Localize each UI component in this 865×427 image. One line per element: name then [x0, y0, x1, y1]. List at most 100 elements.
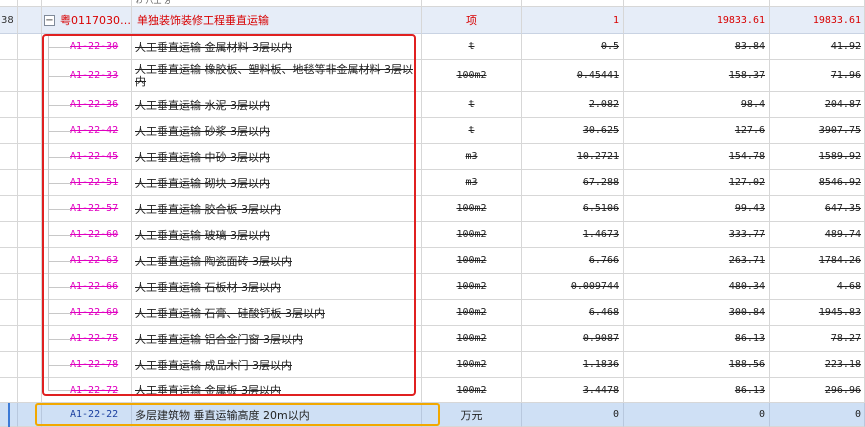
row-price: 83.84 [624, 34, 770, 60]
row-name: 人工垂直运输 中砂 3层以内 [132, 144, 422, 170]
tree-branch [49, 313, 71, 314]
row-total: 78.27 [770, 326, 865, 352]
tree-branch [49, 209, 71, 210]
table-row[interactable]: A1-22-30 人工垂直运输 金属材料 3层以内 t 0.5 83.84 41… [0, 34, 865, 60]
table-row[interactable]: A1-22-36 人工垂直运输 水泥 3层以内 t 2.082 98.4 204… [0, 92, 865, 118]
row-name: 人工垂直运输 金属板 3层以内 [132, 378, 422, 403]
row-total: 8546.92 [770, 170, 865, 196]
tree-branch [49, 157, 71, 158]
row-qty: 6.468 [522, 300, 624, 326]
table-row[interactable]: A1-22-66 人工垂直运输 石板材 3层以内 100m2 0.009744 … [0, 274, 865, 300]
row-unit: 100m2 [422, 274, 522, 300]
row-name: 人工垂直运输 砂浆 3层以内 [132, 118, 422, 144]
row-total: 19833.61 [770, 7, 865, 34]
row-qty: 0 [522, 403, 624, 427]
row-unit: t [422, 92, 522, 118]
row-total: 41.92 [770, 34, 865, 60]
table-row-parent[interactable]: 38 粤0117030… 单独装饰装修工程垂直运输 项 1 19833.61 1… [0, 7, 865, 34]
row-index: 38 [0, 7, 18, 34]
table-row-partial[interactable]: ゎ 八土 ゟ [0, 0, 865, 7]
row-qty: 6.5106 [522, 196, 624, 222]
row-name: 人工垂直运输 玻璃 3层以内 [132, 222, 422, 248]
selection-indicator [8, 403, 10, 427]
tree-branch [49, 235, 71, 236]
tree-branch [49, 365, 71, 366]
row-qty: 2.082 [522, 92, 624, 118]
collapse-toggle-icon[interactable]: − [44, 15, 55, 26]
tree-branch [49, 339, 71, 340]
row-qty: 30.625 [522, 118, 624, 144]
row-unit: 100m2 [422, 222, 522, 248]
row-total: 204.87 [770, 92, 865, 118]
row-name: 人工垂直运输 金属材料 3层以内 [132, 34, 422, 60]
table-row[interactable]: A1-22-75 人工垂直运输 铝合金门窗 3层以内 100m2 0.9087 … [0, 326, 865, 352]
table-row[interactable]: A1-22-57 人工垂直运输 胶合板 3层以内 100m2 6.5106 99… [0, 196, 865, 222]
tree-branch [49, 390, 71, 391]
row-price: 98.4 [624, 92, 770, 118]
row-price: 19833.61 [624, 7, 770, 34]
row-price: 99.43 [624, 196, 770, 222]
row-total: 489.74 [770, 222, 865, 248]
row-name: 人工垂直运输 成品木门 3层以内 [132, 352, 422, 378]
row-name: 多层建筑物 垂直运输高度 20m以内 [132, 403, 422, 427]
tree-branch [49, 76, 71, 77]
row-price: 127.02 [624, 170, 770, 196]
row-total: 223.18 [770, 352, 865, 378]
table-row[interactable]: A1-22-69 人工垂直运输 石膏、硅酸钙板 3层以内 100m2 6.468… [0, 300, 865, 326]
table-row[interactable]: A1-22-78 人工垂直运输 成品木门 3层以内 100m2 1.1836 1… [0, 352, 865, 378]
row-qty: 1.4673 [522, 222, 624, 248]
row-total: 4.68 [770, 274, 865, 300]
row-qty: 1 [522, 7, 624, 34]
row-unit: 项 [422, 7, 522, 34]
row-name: 人工垂直运输 石板材 3层以内 [132, 274, 422, 300]
row-qty: 0.9087 [522, 326, 624, 352]
row-total: 1589.92 [770, 144, 865, 170]
row-price: 333.77 [624, 222, 770, 248]
row-price: 263.71 [624, 248, 770, 274]
row-qty: 6.766 [522, 248, 624, 274]
row-name: ゎ 八土 ゟ [132, 0, 422, 7]
row-unit: 100m2 [422, 352, 522, 378]
row-total: 296.96 [770, 378, 865, 403]
row-qty: 0.45441 [522, 60, 624, 92]
table-row[interactable]: A1-22-33 人工垂直运输 橡胶板、塑料板、地毯等非金属材料 3层以内 10… [0, 60, 865, 92]
tree-branch [49, 47, 71, 48]
row-name: 人工垂直运输 橡胶板、塑料板、地毯等非金属材料 3层以内 [132, 60, 422, 92]
row-name: 人工垂直运输 陶瓷面砖 3层以内 [132, 248, 422, 274]
quota-grid: ゎ 八土 ゟ 38 粤0117030… 单独装饰装修工程垂直运输 项 1 198… [0, 0, 865, 427]
row-price: 300.84 [624, 300, 770, 326]
row-unit: m3 [422, 144, 522, 170]
row-name: 单独装饰装修工程垂直运输 [132, 7, 422, 34]
table-row[interactable]: A1-22-42 人工垂直运输 砂浆 3层以内 t 30.625 127.6 3… [0, 118, 865, 144]
table-row[interactable]: A1-22-72 人工垂直运输 金属板 3层以内 100m2 3.4478 86… [0, 378, 865, 403]
row-total: 3907.75 [770, 118, 865, 144]
tree-connector [48, 34, 49, 391]
row-name: 人工垂直运输 水泥 3层以内 [132, 92, 422, 118]
table-row[interactable]: A1-22-63 人工垂直运输 陶瓷面砖 3层以内 100m2 6.766 26… [0, 248, 865, 274]
row-unit: 100m2 [422, 378, 522, 403]
row-unit: 100m2 [422, 300, 522, 326]
row-unit: m3 [422, 170, 522, 196]
row-code: A1-22-22 [42, 403, 132, 427]
row-price: 0 [624, 403, 770, 427]
row-code: 粤0117030… [42, 7, 132, 34]
row-qty: 67.288 [522, 170, 624, 196]
row-unit: t [422, 34, 522, 60]
row-qty: 0.009744 [522, 274, 624, 300]
table-row[interactable]: A1-22-51 人工垂直运输 砌块 3层以内 m3 67.288 127.02… [0, 170, 865, 196]
row-total: 1784.26 [770, 248, 865, 274]
table-row[interactable]: A1-22-45 人工垂直运输 中砂 3层以内 m3 10.2721 154.7… [0, 144, 865, 170]
tree-branch [49, 261, 71, 262]
tree-branch [49, 183, 71, 184]
table-row-selected[interactable]: A1-22-22 多层建筑物 垂直运输高度 20m以内 万元 0 0 0 [0, 403, 865, 427]
tree-branch [49, 105, 71, 106]
row-price: 188.56 [624, 352, 770, 378]
row-qty: 0.5 [522, 34, 624, 60]
row-price: 158.37 [624, 60, 770, 92]
row-price: 86.13 [624, 378, 770, 403]
row-total: 71.96 [770, 60, 865, 92]
row-price: 86.13 [624, 326, 770, 352]
row-qty: 10.2721 [522, 144, 624, 170]
row-name: 人工垂直运输 铝合金门窗 3层以内 [132, 326, 422, 352]
table-row[interactable]: A1-22-60 人工垂直运输 玻璃 3层以内 100m2 1.4673 333… [0, 222, 865, 248]
